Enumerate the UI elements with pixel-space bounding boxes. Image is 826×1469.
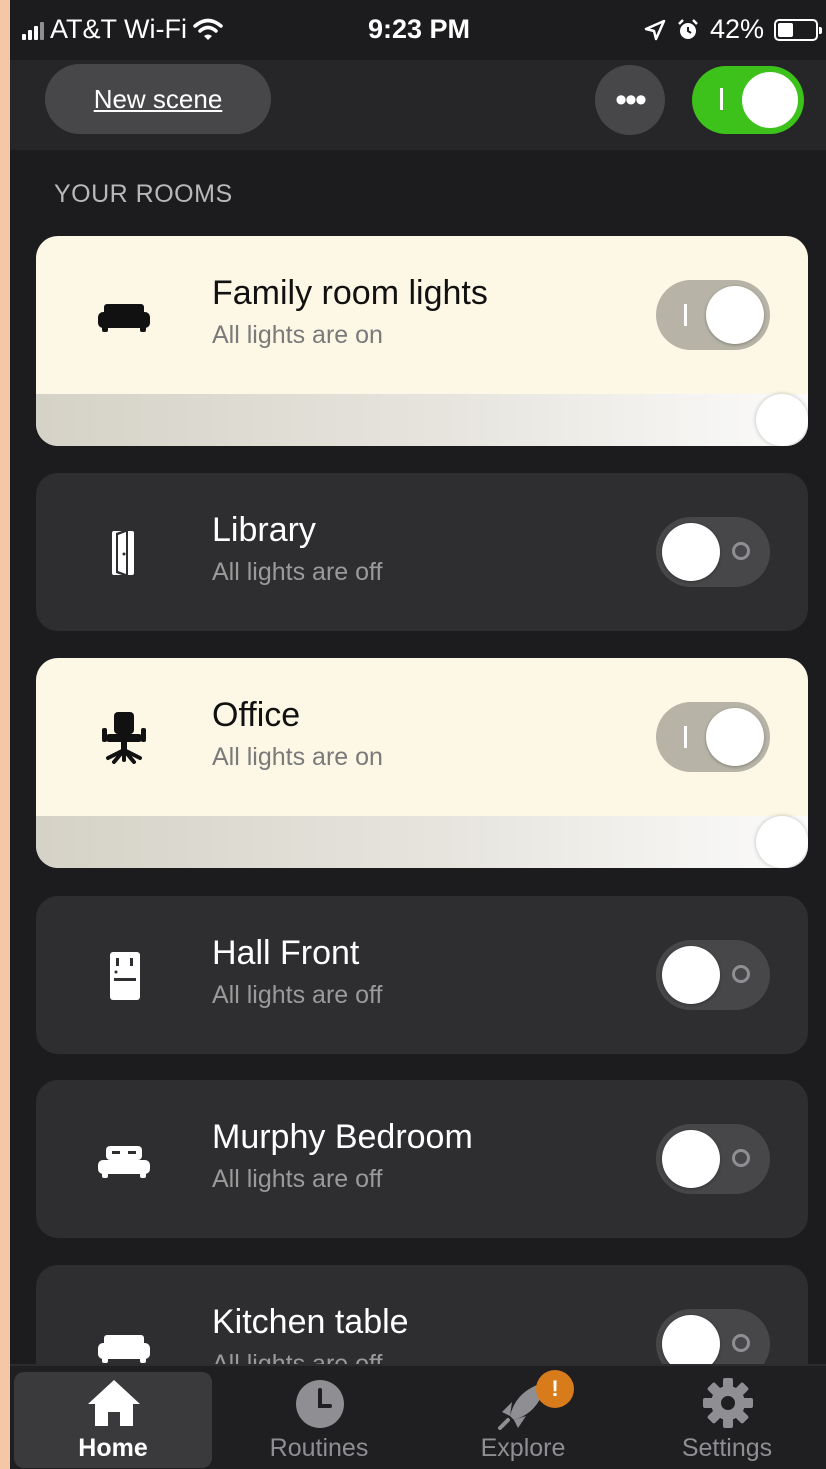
room-name: Office <box>212 696 301 734</box>
tab-label: Home <box>78 1434 148 1462</box>
room-toggle[interactable] <box>656 517 770 587</box>
header-bar: New scene ••• <box>10 60 826 150</box>
brightness-slider[interactable] <box>36 394 808 446</box>
room-name: Kitchen table <box>212 1303 409 1341</box>
status-left: AT&T Wi-Fi <box>22 14 223 45</box>
toggle-off-mark <box>732 1334 750 1352</box>
room-status: All lights are off <box>212 1165 383 1193</box>
status-bar: AT&T Wi-Fi 9:23 PM 42% <box>10 0 826 60</box>
toggle-knob <box>706 708 764 766</box>
tab-bar: Home Routines ! Explore Settings <box>10 1364 826 1469</box>
status-right: 42% <box>644 14 822 45</box>
sofa-icon <box>98 304 150 332</box>
master-lights-toggle[interactable] <box>692 66 804 134</box>
room-toggle[interactable] <box>656 280 770 350</box>
app-screen: AT&T Wi-Fi 9:23 PM 42% New scene ••• YOU… <box>10 0 826 1469</box>
tab-settings[interactable]: Settings <box>628 1372 826 1468</box>
room-name: Hall Front <box>212 934 360 972</box>
slider-thumb[interactable] <box>756 394 808 446</box>
new-scene-button[interactable]: New scene <box>45 64 271 134</box>
battery-percent: 42% <box>709 14 764 44</box>
tab-label: Routines <box>269 1434 369 1462</box>
door-icon <box>112 529 134 577</box>
notification-badge: ! <box>536 1370 574 1408</box>
toggle-off-mark <box>732 1149 750 1167</box>
room-status: All lights are off <box>212 981 383 1009</box>
carrier-label: AT&T Wi-Fi <box>50 14 187 44</box>
room-name: Family room lights <box>212 274 488 312</box>
alarm-icon <box>678 18 698 39</box>
room-toggle[interactable] <box>656 940 770 1010</box>
room-status: All lights are off <box>212 558 383 586</box>
room-card-office[interactable]: Office All lights are on <box>36 658 808 868</box>
toggle-knob <box>662 1130 720 1188</box>
tab-label: Explore <box>480 1434 566 1462</box>
toggle-knob <box>742 72 798 128</box>
slider-thumb[interactable] <box>756 816 808 868</box>
tab-home[interactable]: Home <box>14 1372 212 1468</box>
room-name: Murphy Bedroom <box>212 1118 473 1156</box>
toggle-knob <box>662 523 720 581</box>
tab-label: Settings <box>681 1434 773 1462</box>
location-icon <box>644 19 666 40</box>
toggle-on-mark <box>684 304 687 326</box>
toggle-on-mark <box>684 726 687 748</box>
bed-icon <box>98 1146 150 1178</box>
battery-icon <box>774 18 822 41</box>
toggle-on-mark <box>720 88 723 110</box>
toggle-knob <box>706 286 764 344</box>
office-chair-icon <box>102 712 146 764</box>
brightness-slider[interactable] <box>36 816 808 868</box>
more-options-button[interactable]: ••• <box>595 65 665 135</box>
room-toggle[interactable] <box>656 702 770 772</box>
room-card-library[interactable]: Library All lights are off <box>36 473 808 631</box>
room-card-murphy-bedroom[interactable]: Murphy Bedroom All lights are off <box>36 1080 808 1238</box>
gear-icon <box>703 1378 753 1428</box>
room-status: All lights are on <box>212 321 383 349</box>
tab-routines[interactable]: Routines <box>220 1372 418 1468</box>
wifi-icon <box>193 18 223 40</box>
room-card-family-room[interactable]: Family room lights All lights are on <box>36 236 808 446</box>
signal-icon <box>22 20 44 40</box>
tab-explore[interactable]: ! Explore <box>424 1370 622 1468</box>
toggle-off-mark <box>732 542 750 560</box>
fridge-icon <box>110 952 140 1000</box>
clock-icon <box>296 1380 344 1428</box>
room-name: Library <box>212 511 316 549</box>
room-toggle[interactable] <box>656 1124 770 1194</box>
room-status: All lights are on <box>212 743 383 771</box>
status-time: 9:23 PM <box>368 14 471 44</box>
room-card-hall-front[interactable]: Hall Front All lights are off <box>36 896 808 1054</box>
section-title: YOUR ROOMS <box>54 180 233 208</box>
home-icon <box>88 1380 140 1426</box>
toggle-off-mark <box>732 965 750 983</box>
toggle-knob <box>662 946 720 1004</box>
